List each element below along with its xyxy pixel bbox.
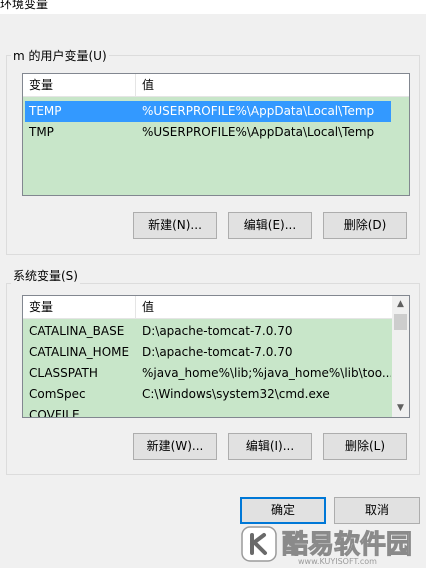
system-row-catalina-home[interactable]: CATALINA_HOME D:\apache-tomcat-7.0.70 xyxy=(25,342,391,363)
user-row-value: %USERPROFILE%\AppData\Local\Temp xyxy=(142,104,375,118)
system-row-value: %java_home%\lib;%java_home%\lib\too... xyxy=(142,366,391,380)
user-row-name: TEMP xyxy=(29,104,62,118)
system-row-value: D:\apache-tomcat-7.0.70 xyxy=(142,324,293,338)
system-row-name: COVFILE xyxy=(29,408,80,418)
title-bar: 环境变量 xyxy=(0,0,426,14)
system-row-name: ComSpec xyxy=(29,387,86,401)
system-row-name: CATALINA_HOME xyxy=(29,345,130,359)
user-delete-button[interactable]: 删除(D) xyxy=(323,212,407,239)
system-delete-button[interactable]: 删除(L) xyxy=(323,433,407,460)
system-row-value xyxy=(138,405,391,417)
system-column-variable[interactable]: 变量 xyxy=(23,296,136,318)
user-list-header: 变量 值 xyxy=(23,74,409,97)
system-new-button[interactable]: 新建(W)... xyxy=(133,433,217,460)
system-variables-list[interactable]: 变量 值 CATALINA_BASE D:\apache-tomcat-7.0.… xyxy=(22,295,410,418)
scroll-up-icon[interactable]: ▲ xyxy=(392,296,409,313)
user-edit-button[interactable]: 编辑(E)... xyxy=(228,212,312,239)
watermark-logo: 酷易软件园 www.KUYISOFT.com xyxy=(238,515,426,566)
user-column-variable[interactable]: 变量 xyxy=(23,74,136,96)
user-column-value[interactable]: 值 xyxy=(136,74,409,96)
watermark-brand-text: 酷易软件园 xyxy=(282,530,412,560)
user-variables-label: m 的用户变量(U) xyxy=(11,47,109,64)
user-row-temp[interactable]: TEMP %USERPROFILE%\AppData\Local\Temp xyxy=(25,101,391,122)
scroll-down-icon[interactable]: ▼ xyxy=(392,400,409,417)
system-row-name: CATALINA_BASE xyxy=(29,324,125,338)
system-row-comspec[interactable]: ComSpec C:\Windows\system32\cmd.exe xyxy=(25,384,391,405)
window-title: 环境变量 xyxy=(0,0,49,11)
system-row-covfile[interactable]: COVFILE xyxy=(25,405,391,418)
system-column-value[interactable]: 值 xyxy=(136,296,392,318)
user-row-value: %USERPROFILE%\AppData\Local\Temp xyxy=(142,125,375,139)
system-row-name: CLASSPATH xyxy=(29,366,98,380)
watermark-site-text: www.KUYISOFT.com xyxy=(298,557,377,565)
user-variables-list[interactable]: 变量 值 TEMP %USERPROFILE%\AppData\Local\Te… xyxy=(22,73,410,196)
user-new-button[interactable]: 新建(N)... xyxy=(133,212,217,239)
system-edit-button[interactable]: 编辑(I)... xyxy=(228,433,312,460)
system-row-value: D:\apache-tomcat-7.0.70 xyxy=(142,345,293,359)
system-row-catalina-base[interactable]: CATALINA_BASE D:\apache-tomcat-7.0.70 xyxy=(25,321,391,342)
system-list-scrollbar[interactable]: ▲ ▼ xyxy=(392,296,409,417)
system-list-header: 变量 值 xyxy=(23,296,392,319)
system-variables-label: 系统变量(S) xyxy=(11,267,80,284)
user-row-tmp[interactable]: TMP %USERPROFILE%\AppData\Local\Temp xyxy=(25,122,391,143)
scroll-thumb[interactable] xyxy=(394,314,407,330)
system-row-classpath[interactable]: CLASSPATH %java_home%\lib;%java_home%\li… xyxy=(25,363,391,384)
user-row-name: TMP xyxy=(29,125,54,139)
kuyisoft-logo-icon: 酷易软件园 www.KUYISOFT.com xyxy=(241,526,413,566)
system-row-value: C:\Windows\system32\cmd.exe xyxy=(142,387,330,401)
